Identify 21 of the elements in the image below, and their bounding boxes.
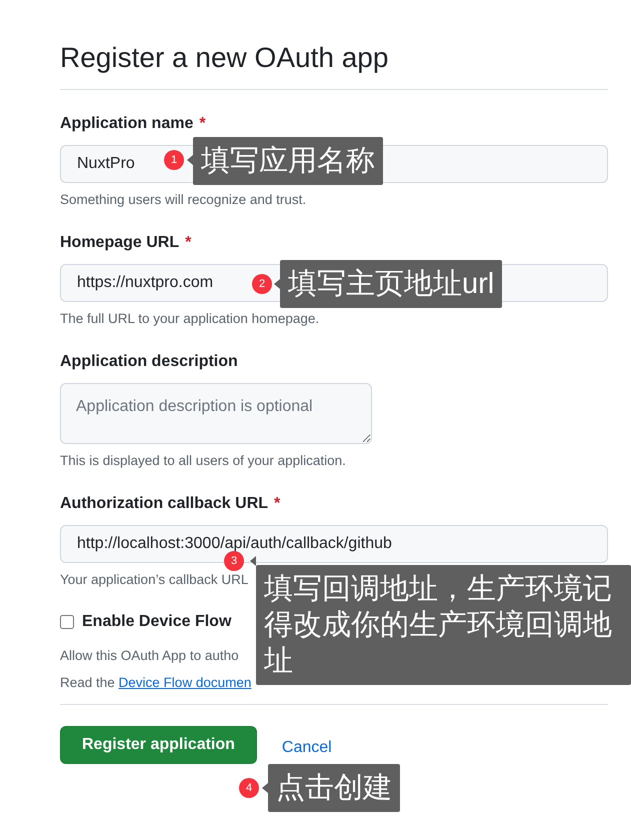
field-label: Application description — [60, 352, 238, 372]
help-text: Something users will recognize and trust. — [60, 191, 306, 209]
annotation-tooltip: 填写回调地址，生产环境记得改成你的生产环境回调地址 — [256, 565, 631, 685]
annotation-tooltip: 点击创建 — [268, 764, 400, 812]
required-mark: * — [199, 114, 206, 134]
help-text: Allow this OAuth App to autho — [60, 647, 239, 665]
help-text: Your application’s callback URL — [60, 571, 248, 589]
help-text: Read the Device Flow documen — [60, 674, 252, 692]
required-mark: * — [185, 233, 192, 253]
step-badge: 3 — [224, 551, 244, 571]
page-title: Register a new OAuth app — [60, 41, 608, 90]
field-label: Homepage URL — [60, 233, 180, 253]
step-badge: 4 — [239, 778, 259, 798]
checkbox-label: Enable Device Flow — [82, 612, 232, 632]
field-label: Authorization callback URL — [60, 494, 268, 514]
help-text: This is displayed to all users of your application. — [60, 452, 346, 470]
field-label: Application name — [60, 114, 194, 134]
required-mark: * — [274, 494, 280, 514]
annotation-tooltip: 填写主页地址url — [280, 260, 502, 308]
help-text: The full URL to your application homepage. — [60, 310, 320, 328]
annotation-tooltip: 填写应用名称 — [193, 137, 383, 185]
